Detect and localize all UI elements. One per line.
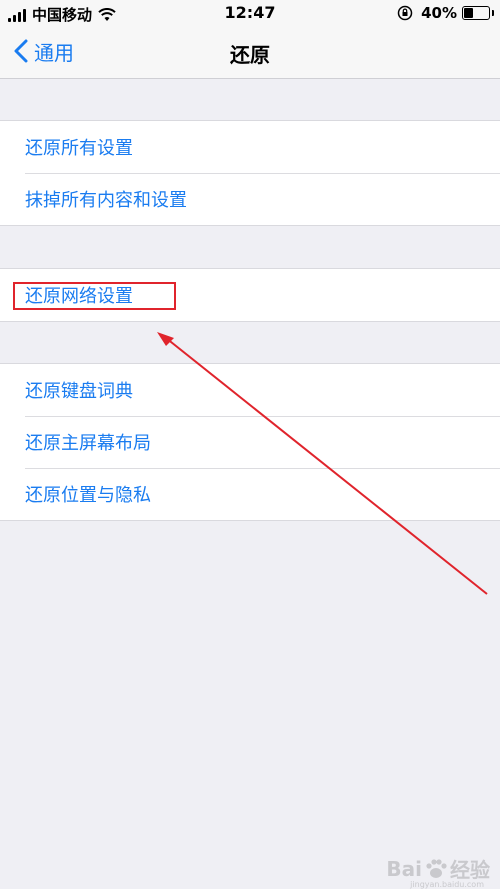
battery-percent: 40% bbox=[421, 4, 457, 22]
battery-icon bbox=[462, 6, 494, 20]
reset-group-3: 还原键盘词典 还原主屏幕布局 还原位置与隐私 bbox=[0, 363, 500, 521]
page-title: 还原 bbox=[230, 43, 270, 67]
watermark-brand-left: Bai bbox=[386, 856, 422, 881]
reset-all-settings-row[interactable]: 还原所有设置 bbox=[0, 121, 500, 173]
reset-location-privacy-row[interactable]: 还原位置与隐私 bbox=[0, 468, 500, 520]
watermark-brand-right: 经验 bbox=[450, 858, 490, 882]
baidu-watermark: Bai 经验 jingyan.baidu.com bbox=[386, 854, 490, 889]
erase-all-content-row[interactable]: 抹掉所有内容和设置 bbox=[0, 173, 500, 225]
reset-keyboard-dictionary-row[interactable]: 还原键盘词典 bbox=[0, 364, 500, 416]
status-right: 40% bbox=[397, 4, 494, 22]
annotation-highlight-box bbox=[13, 282, 176, 310]
paw-icon bbox=[426, 858, 447, 878]
status-bar: 中国移动 12:47 40% bbox=[0, 0, 500, 26]
reset-home-screen-layout-row[interactable]: 还原主屏幕布局 bbox=[0, 416, 500, 468]
reset-group-1: 还原所有设置 抹掉所有内容和设置 bbox=[0, 120, 500, 226]
rotation-lock-icon bbox=[397, 5, 413, 21]
watermark-url: jingyan.baidu.com bbox=[410, 880, 484, 889]
navigation-bar: 通用 还原 bbox=[0, 26, 500, 79]
